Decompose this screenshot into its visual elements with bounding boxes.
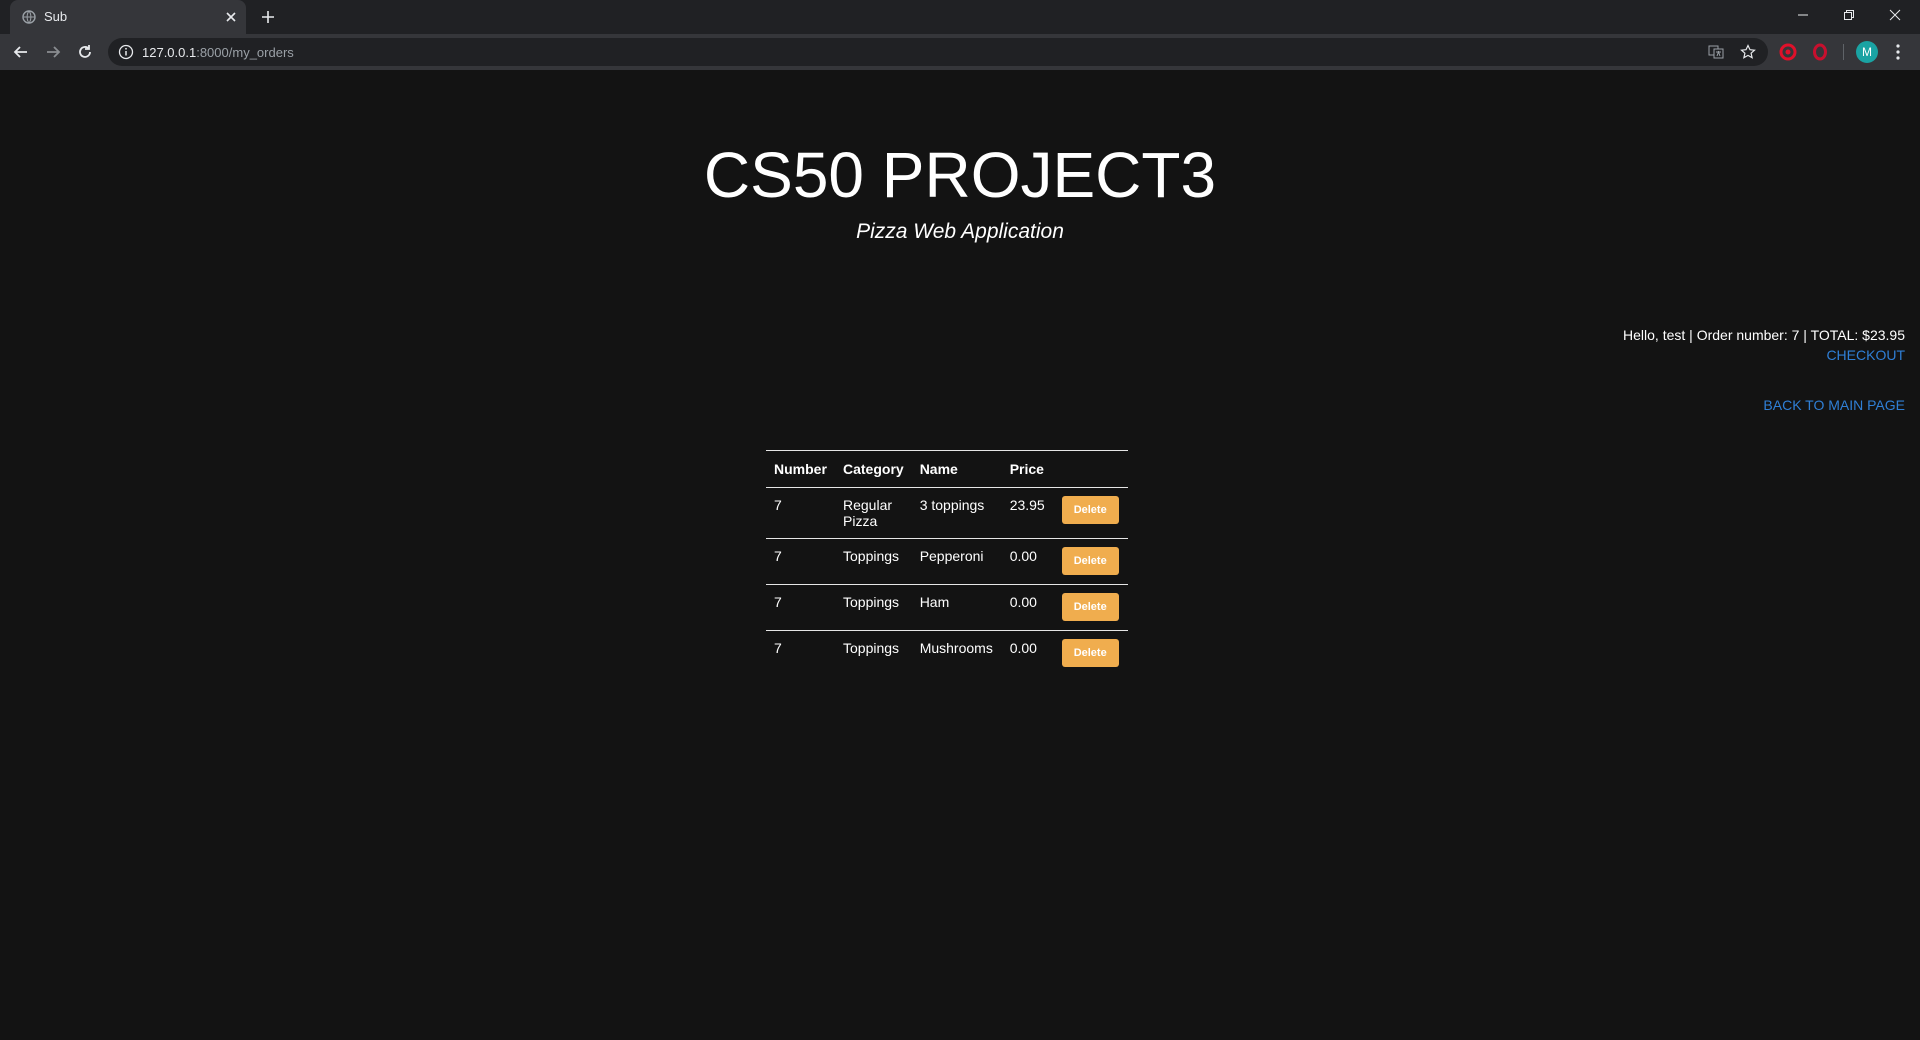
- restore-icon[interactable]: [1826, 0, 1872, 30]
- delete-button[interactable]: Delete: [1061, 593, 1119, 621]
- back-to-main-link[interactable]: BACK TO MAIN PAGE: [1763, 397, 1905, 413]
- cell-action: Delete: [1053, 584, 1128, 631]
- forward-arrow-icon[interactable]: [42, 41, 64, 63]
- cell-category: Toppings: [835, 538, 912, 585]
- cell-number: 7: [766, 584, 835, 631]
- cell-name: Ham: [911, 584, 1002, 631]
- url-path: :8000/my_orders: [196, 45, 294, 60]
- address-bar[interactable]: 127.0.0.1:8000/my_orders: [108, 38, 1768, 66]
- table-header-row: Number Category Name Price: [766, 450, 1128, 488]
- delete-button[interactable]: Delete: [1061, 547, 1119, 575]
- cell-category: Regular Pizza: [843, 497, 893, 529]
- back-arrow-icon[interactable]: [10, 41, 32, 63]
- new-tab-plus-icon[interactable]: [258, 7, 278, 27]
- more-vert-icon[interactable]: [1888, 41, 1908, 63]
- cell-number: 7: [766, 630, 835, 676]
- column-header-number: Number: [766, 450, 835, 488]
- user-order-summary: Hello, test | Order number: 7 | TOTAL: $…: [1623, 327, 1905, 343]
- table-row: 7 Toppings Mushrooms 0.00 Delete: [766, 630, 1128, 676]
- bookmark-star-icon[interactable]: [1740, 44, 1756, 60]
- table-row: 7 Toppings Ham 0.00 Delete: [766, 584, 1128, 631]
- cell-action: Delete: [1053, 630, 1128, 676]
- cell-price: 0.00: [1001, 584, 1054, 631]
- page-title: CS50 PROJECT3: [703, 139, 1217, 211]
- cell-action: Delete: [1053, 538, 1128, 585]
- cell-name: Mushrooms: [911, 630, 1002, 676]
- cell-name: Pepperoni: [911, 538, 1002, 585]
- globe-icon: [22, 10, 36, 24]
- cell-number: 7: [766, 538, 835, 585]
- delete-button[interactable]: Delete: [1061, 496, 1119, 524]
- checkout-link[interactable]: CHECKOUT: [1826, 347, 1905, 363]
- column-header-category: Category: [835, 450, 912, 488]
- browser-toolbar: 127.0.0.1:8000/my_orders M: [0, 34, 1920, 70]
- close-icon[interactable]: [222, 8, 240, 26]
- page-subtitle: Pizza Web Application: [856, 220, 1064, 243]
- cell-price: 0.00: [1001, 538, 1054, 585]
- cell-number: 7: [774, 497, 782, 513]
- column-header-action: [1053, 450, 1128, 488]
- url-host: 127.0.0.1: [142, 45, 197, 60]
- cell-name: 3 toppings: [919, 497, 985, 513]
- cell-price: 0.00: [1001, 630, 1054, 676]
- column-header-price: Price: [1001, 450, 1054, 488]
- extension-red-ring-icon[interactable]: [1810, 42, 1830, 62]
- browser-tab[interactable]: Sub: [10, 0, 246, 34]
- orders-table: Number Category Name Price 7 Regular Piz…: [766, 450, 1128, 676]
- extension-red-swirl-icon[interactable]: [1778, 42, 1798, 62]
- browser-titlebar: Sub: [0, 0, 1920, 34]
- page-content: CS50 PROJECT3 Pizza Web Application Hell…: [0, 70, 1920, 1040]
- url-text: 127.0.0.1:8000/my_orders: [142, 45, 294, 60]
- cell-category: Toppings: [835, 584, 912, 631]
- window-close-icon[interactable]: [1872, 0, 1918, 30]
- toolbar-separator: [1843, 44, 1844, 60]
- translate-icon[interactable]: [1708, 44, 1724, 60]
- info-icon[interactable]: [118, 44, 134, 60]
- tab-title: Sub: [44, 9, 68, 24]
- cell-price: 23.95: [1009, 497, 1045, 513]
- table-row: 7 Regular Pizza 3 toppings 23.95 Delete: [766, 488, 1128, 539]
- profile-avatar[interactable]: M: [1856, 41, 1878, 63]
- cell-action: Delete: [1054, 488, 1128, 539]
- reload-icon[interactable]: [74, 41, 96, 63]
- table-row: 7 Toppings Pepperoni 0.00 Delete: [766, 538, 1128, 585]
- minimize-icon[interactable]: [1780, 0, 1826, 30]
- delete-button[interactable]: Delete: [1061, 639, 1119, 667]
- cell-category: Toppings: [835, 630, 912, 676]
- column-header-name: Name: [911, 450, 1002, 488]
